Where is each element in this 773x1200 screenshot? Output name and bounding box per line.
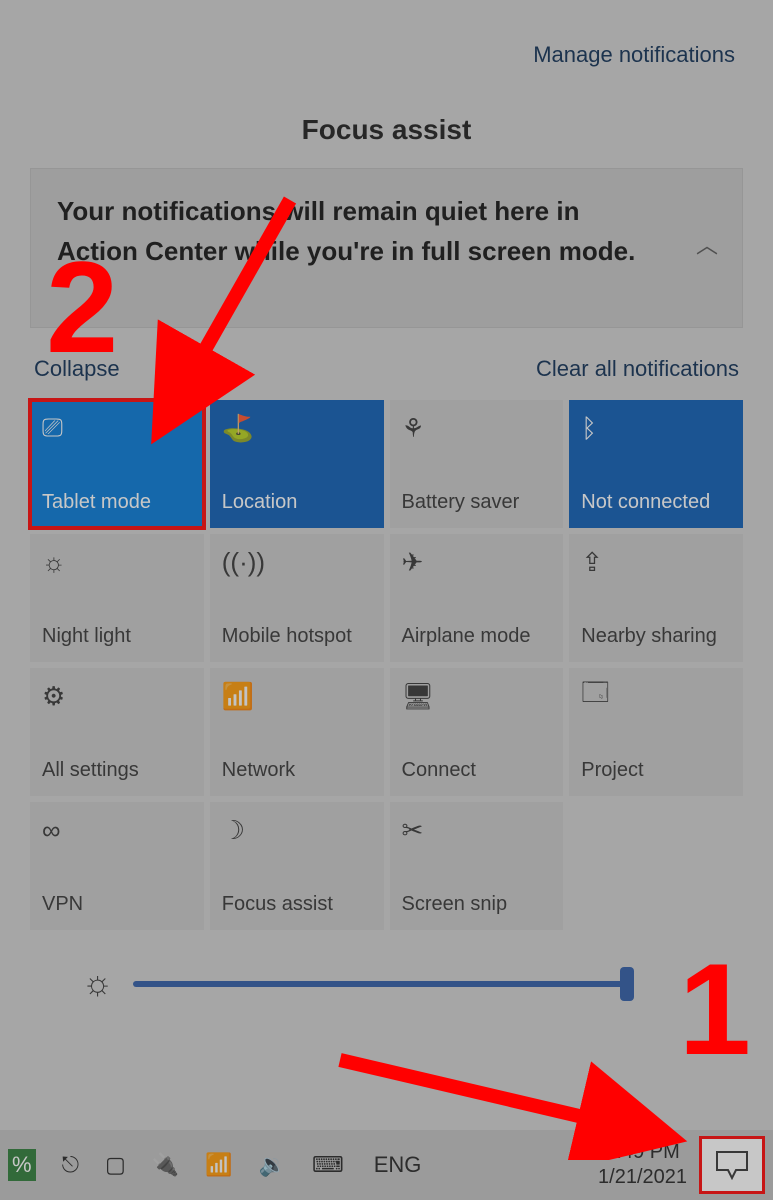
percent-indicator-icon[interactable]: % [8,1149,36,1181]
notification-icon [715,1150,749,1180]
date-text: 1/21/2021 [598,1165,687,1190]
tile-label: Focus assist [222,893,372,916]
volume-icon[interactable]: 🔉 [259,1152,286,1178]
tile-vpn[interactable]: ∞ VPN [30,802,204,930]
action-center-button[interactable] [699,1136,765,1194]
tile-focus-assist[interactable]: ☽ Focus assist [210,802,384,930]
tile-label: Nearby sharing [581,625,731,648]
airplane-mode-icon: ✈ [402,546,552,578]
settings-icon: ⚙ [42,680,192,712]
tile-connect[interactable]: 🖥 Connect [390,668,564,796]
tile-battery-saver[interactable]: ⚘ Battery saver [390,400,564,528]
power-icon[interactable]: 🔌 [152,1152,179,1178]
taskbar: % ⎋ ▢ 🔌 📶 🔉 ⌨ ENG 6:49 PM 1/21/2021 [0,1130,773,1200]
brightness-icon: ☼ [82,964,113,1003]
project-icon: 🗔 [581,680,731,712]
system-tray: % ⎋ ▢ 🔌 📶 🔉 ⌨ [8,1149,344,1181]
chevron-up-icon[interactable]: ︿ [694,231,720,257]
section-title: Focus assist [30,114,743,146]
tile-label: Location [222,491,372,514]
bluetooth-icon: ᛒ [581,412,731,444]
tablet-mode-icon: ⎚ [42,412,192,444]
tile-label: Battery saver [402,491,552,514]
network-icon: 📶 [222,680,372,712]
tile-label: Not connected [581,491,731,514]
tile-screen-snip[interactable]: ✂ Screen snip [390,802,564,930]
tile-not-connected[interactable]: ᛒ Not connected [569,400,743,528]
tile-night-light[interactable]: ☼ Night light [30,534,204,662]
night-light-icon: ☼ [42,546,192,578]
slider-thumb[interactable] [620,967,634,1001]
tile-label: Mobile hotspot [222,625,372,648]
action-center-panel: Manage notifications Focus assist Your n… [0,0,773,1130]
keyboard-icon[interactable]: ⌨ [312,1152,344,1178]
tile-all-settings[interactable]: ⚙ All settings [30,668,204,796]
manage-notifications-link[interactable]: Manage notifications [30,20,743,68]
mobile-hotspot-icon: ((·)) [222,546,372,578]
battery-saver-icon: ⚘ [402,412,552,444]
location-icon: ⛳ [222,412,372,444]
tile-label: Tablet mode [42,491,192,514]
clear-all-notifications-link[interactable]: Clear all notifications [536,356,739,382]
tile-network[interactable]: 📶 Network [210,668,384,796]
tile-label: Screen snip [402,893,552,916]
vpn-icon: ∞ [42,814,192,846]
tile-label: Night light [42,625,192,648]
collapse-link[interactable]: Collapse [34,356,120,382]
focus-assist-icon: ☽ [222,814,372,846]
notification-text: Your notifications will remain quiet her… [57,191,637,272]
tile-label: VPN [42,893,192,916]
tile-label: Airplane mode [402,625,552,648]
brightness-slider[interactable] [133,981,633,987]
language-indicator[interactable]: ENG [374,1152,422,1178]
nearby-sharing-icon: ⇪ [581,546,731,578]
time-text: 6:49 PM [598,1140,687,1165]
tile-label: All settings [42,759,192,782]
tile-nearby-sharing[interactable]: ⇪ Nearby sharing [569,534,743,662]
headset-icon[interactable]: ⎋ [62,1152,79,1178]
tile-mobile-hotspot[interactable]: ((·)) Mobile hotspot [210,534,384,662]
tile-tablet-mode[interactable]: ⎚ Tablet mode [30,400,204,528]
wifi-icon[interactable]: 📶 [205,1152,232,1178]
tile-label: Connect [402,759,552,782]
connect-icon: 🖥 [402,680,552,712]
tile-label: Network [222,759,372,782]
tile-project[interactable]: 🗔 Project [569,668,743,796]
focus-assist-notification[interactable]: Your notifications will remain quiet her… [30,168,743,328]
tile-airplane-mode[interactable]: ✈ Airplane mode [390,534,564,662]
clock[interactable]: 6:49 PM 1/21/2021 [598,1140,687,1190]
screen-snip-icon: ✂ [402,814,552,846]
tile-location[interactable]: ⛳ Location [210,400,384,528]
brightness-row: ☼ [82,964,743,1003]
meet-now-icon[interactable]: ▢ [105,1152,126,1178]
tile-label: Project [581,759,731,782]
quick-action-tiles: ⎚ Tablet mode ⛳ Location ⚘ Battery saver ᛒ Not … [30,400,743,930]
